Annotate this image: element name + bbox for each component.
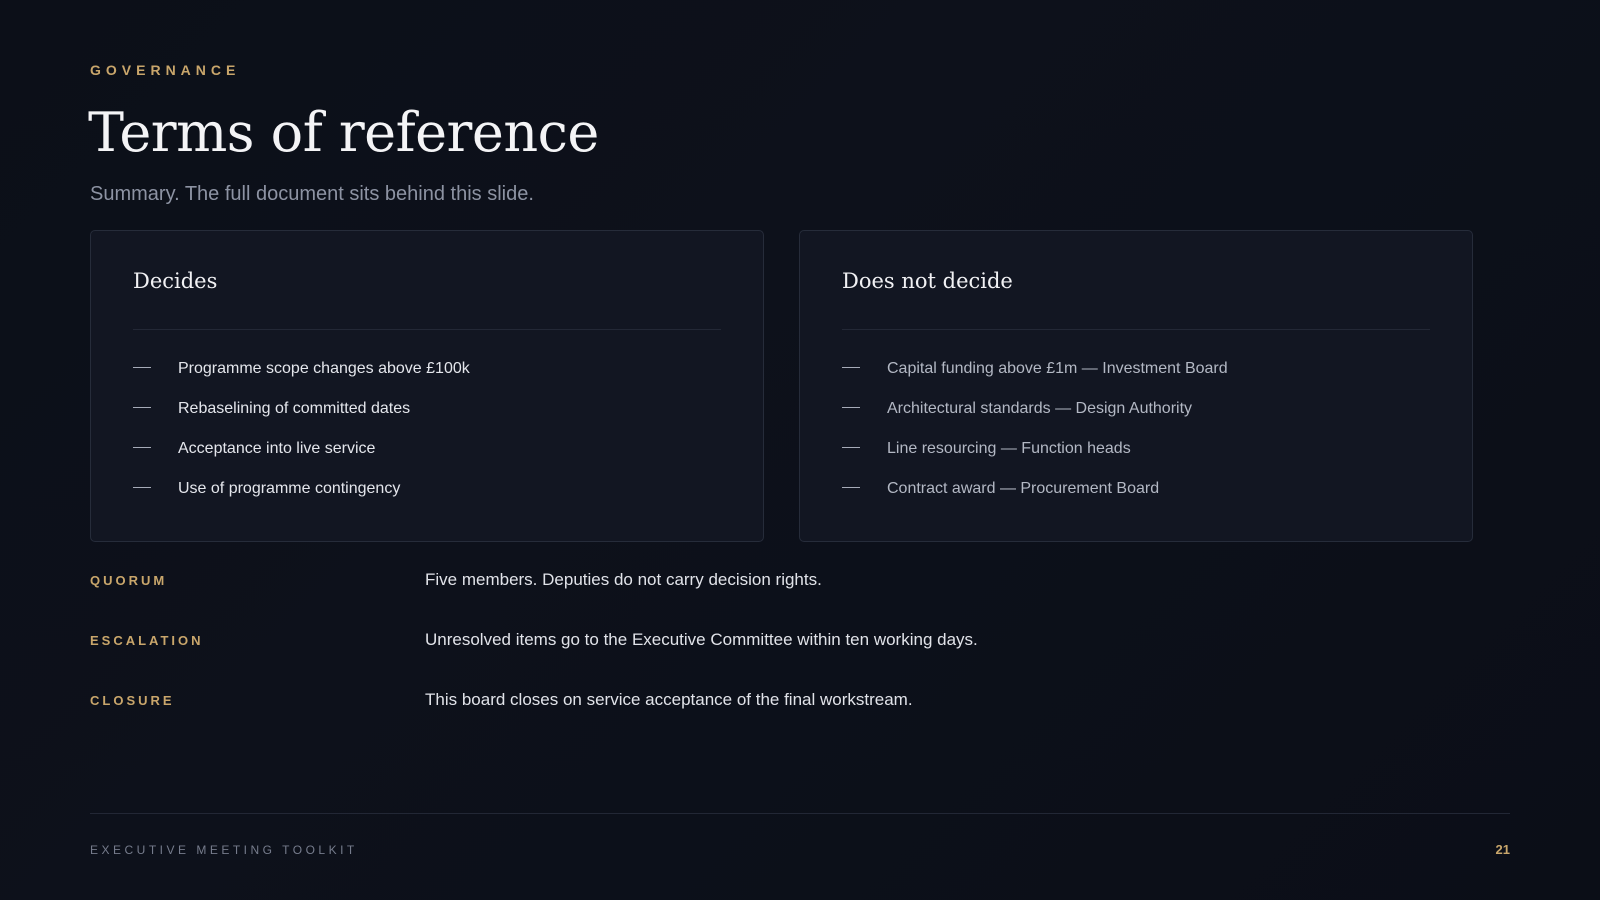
rule-row-closure: CLOSURE This board closes on service acc… xyxy=(90,690,1510,750)
decides-list: Programme scope changes above £100k Reba… xyxy=(133,330,721,509)
dash-icon xyxy=(133,406,151,408)
list-item: Rebaselining of committed dates xyxy=(133,389,721,429)
dash-icon xyxy=(842,486,860,488)
rule-value: This board closes on service acceptance … xyxy=(425,690,913,709)
dash-icon xyxy=(842,366,860,368)
rules-list: QUORUM Five members. Deputies do not car… xyxy=(90,570,1510,750)
rule-label: ESCALATION xyxy=(90,633,204,648)
list-item: Contract award — Procurement Board xyxy=(842,469,1430,509)
page-title: Terms of reference xyxy=(88,101,599,164)
section-eyebrow: GOVERNANCE xyxy=(90,62,241,78)
page-subtitle: Summary. The full document sits behind t… xyxy=(90,183,534,205)
list-item: Acceptance into live service xyxy=(133,429,721,469)
decides-heading: Decides xyxy=(133,231,721,330)
dash-icon xyxy=(842,446,860,448)
list-item-text: Acceptance into live service xyxy=(178,440,376,457)
rule-row-quorum: QUORUM Five members. Deputies do not car… xyxy=(90,570,1510,630)
does-not-decide-heading: Does not decide xyxy=(842,231,1430,330)
rule-row-escalation: ESCALATION Unresolved items go to the Ex… xyxy=(90,630,1510,690)
does-not-decide-list: Capital funding above £1m — Investment B… xyxy=(842,330,1430,509)
decides-card: Decides Programme scope changes above £1… xyxy=(90,230,764,542)
list-item-text: Programme scope changes above £100k xyxy=(178,360,470,377)
rule-value: Five members. Deputies do not carry deci… xyxy=(425,570,822,589)
dash-icon xyxy=(133,366,151,368)
rule-label: CLOSURE xyxy=(90,693,175,708)
list-item: Capital funding above £1m — Investment B… xyxy=(842,349,1430,389)
does-not-decide-card: Does not decide Capital funding above £1… xyxy=(799,230,1473,542)
page-number: 21 xyxy=(1495,842,1510,857)
list-item-text: Contract award — Procurement Board xyxy=(887,480,1160,497)
list-item-text: Architectural standards — Design Authori… xyxy=(887,400,1193,417)
list-item-text: Line resourcing — Function heads xyxy=(887,440,1131,457)
rule-label: QUORUM xyxy=(90,573,168,588)
dash-icon xyxy=(133,486,151,488)
list-item-text: Rebaselining of committed dates xyxy=(178,400,411,417)
list-item: Programme scope changes above £100k xyxy=(133,349,721,389)
rule-value: Unresolved items go to the Executive Com… xyxy=(425,630,978,649)
footer-divider xyxy=(90,813,1510,814)
list-item: Use of programme contingency xyxy=(133,469,721,509)
dash-icon xyxy=(133,446,151,448)
list-item: Architectural standards — Design Authori… xyxy=(842,389,1430,429)
footer-title: EXECUTIVE MEETING TOOLKIT xyxy=(90,843,358,857)
slide: GOVERNANCE Terms of reference Summary. T… xyxy=(0,0,1600,900)
dash-icon xyxy=(842,406,860,408)
list-item-text: Use of programme contingency xyxy=(178,480,401,497)
list-item-text: Capital funding above £1m — Investment B… xyxy=(887,360,1228,377)
list-item: Line resourcing — Function heads xyxy=(842,429,1430,469)
